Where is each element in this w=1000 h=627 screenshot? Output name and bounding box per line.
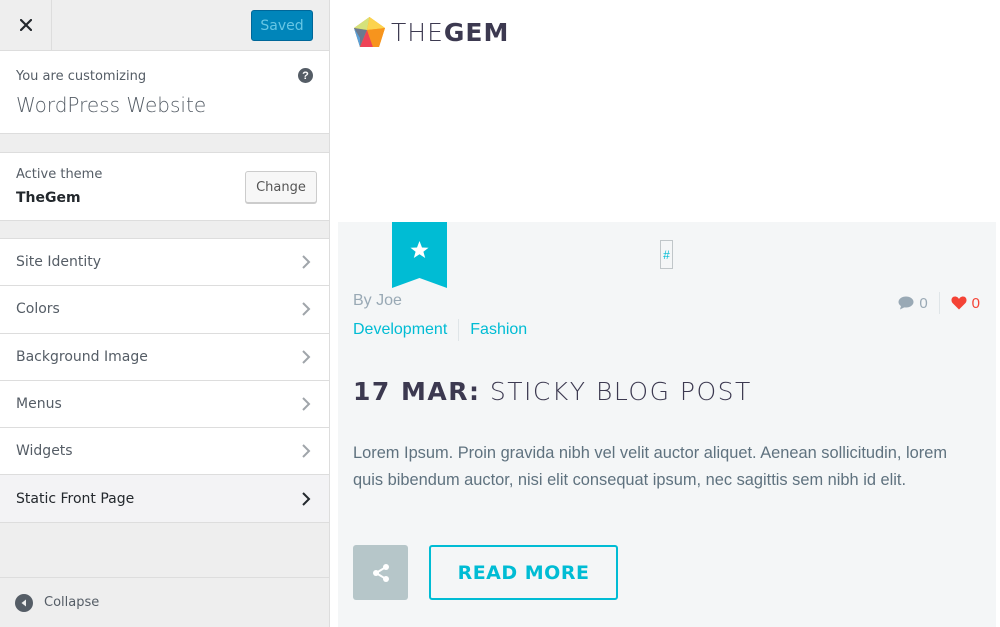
site-name: WordPress Website	[16, 93, 207, 117]
post-categories: Development Fashion	[353, 319, 527, 341]
hash-link[interactable]: #	[660, 240, 673, 269]
sidebar-item-label: Static Front Page	[16, 490, 135, 507]
sidebar-item-menus[interactable]: Menus	[0, 380, 329, 429]
help-icon[interactable]: ?	[298, 68, 313, 83]
post-excerpt: Lorem Ipsum. Proin gravida nibh vel veli…	[353, 444, 948, 489]
sticky-ribbon	[392, 222, 447, 288]
chevron-right-icon	[302, 302, 311, 317]
post-title-text: STICKY BLOG POST	[489, 377, 752, 406]
customizing-label: You are customizing	[16, 69, 147, 84]
comment-icon[interactable]	[898, 296, 914, 310]
category-divider	[458, 319, 460, 341]
collapse-label: Collapse	[44, 595, 100, 610]
active-theme-label: Active theme	[16, 167, 103, 182]
stats-divider	[938, 292, 940, 314]
post-author[interactable]: By Joe	[353, 292, 402, 310]
saved-button[interactable]: Saved	[251, 10, 313, 41]
sidebar-item-label: Widgets	[16, 443, 73, 460]
sidebar-item-label: Site Identity	[16, 254, 101, 271]
share-icon	[372, 563, 389, 582]
sidebar-item-widgets[interactable]: Widgets	[0, 428, 329, 476]
sidebar-item-static-front-page[interactable]: Static Front Page	[0, 475, 329, 523]
blog-post-card: # By Joe Development Fashion 0 0 17 MAR:…	[338, 222, 996, 627]
category-link-development[interactable]: Development	[353, 321, 447, 339]
post-date: 17 MAR:	[353, 377, 481, 406]
close-button[interactable]	[0, 0, 52, 50]
gem-logo-icon	[354, 17, 385, 47]
share-button[interactable]	[353, 545, 408, 600]
collapse-button[interactable]: Collapse	[0, 577, 329, 627]
chevron-right-icon	[302, 350, 311, 364]
site-preview: THEGEM # By Joe Development Fashion 0 0	[330, 0, 1000, 627]
chevron-right-icon	[302, 397, 311, 411]
customizer-sidebar: Saved You are customizing WordPress Webs…	[0, 0, 330, 627]
sidebar-item-background-image[interactable]: Background Image	[0, 333, 329, 381]
site-logo[interactable]: THEGEM	[353, 16, 509, 49]
active-theme-name: TheGem	[16, 190, 81, 206]
chevron-right-icon	[302, 444, 311, 459]
sidebar-item-site-identity[interactable]: Site Identity	[0, 239, 329, 287]
logo-text: THEGEM	[391, 18, 510, 47]
active-theme-section: Active theme TheGem Change	[0, 152, 329, 221]
post-stats: 0 0	[898, 292, 980, 314]
sidebar-item-label: Colors	[16, 301, 60, 318]
close-icon	[19, 19, 32, 31]
chevron-right-icon	[302, 255, 311, 269]
collapse-icon	[15, 593, 33, 612]
heart-icon[interactable]	[951, 296, 967, 310]
comments-count: 0	[919, 294, 928, 312]
sidebar-item-label: Menus	[16, 396, 62, 413]
customizing-info: You are customizing WordPress Website ?	[0, 51, 329, 134]
category-link-fashion[interactable]: Fashion	[470, 321, 527, 339]
read-more-button[interactable]: READ MORE	[429, 545, 618, 600]
change-theme-button[interactable]: Change	[245, 171, 317, 203]
sidebar-item-colors[interactable]: Colors	[0, 286, 329, 334]
sidebar-item-label: Background Image	[16, 348, 148, 365]
customizer-menu: Site Identity Colors Background Image Me…	[0, 238, 329, 523]
sidebar-header: Saved	[0, 0, 329, 51]
likes-count: 0	[971, 294, 980, 312]
chevron-right-icon	[302, 491, 311, 506]
post-title[interactable]: 17 MAR: STICKY BLOG POST	[353, 377, 752, 406]
